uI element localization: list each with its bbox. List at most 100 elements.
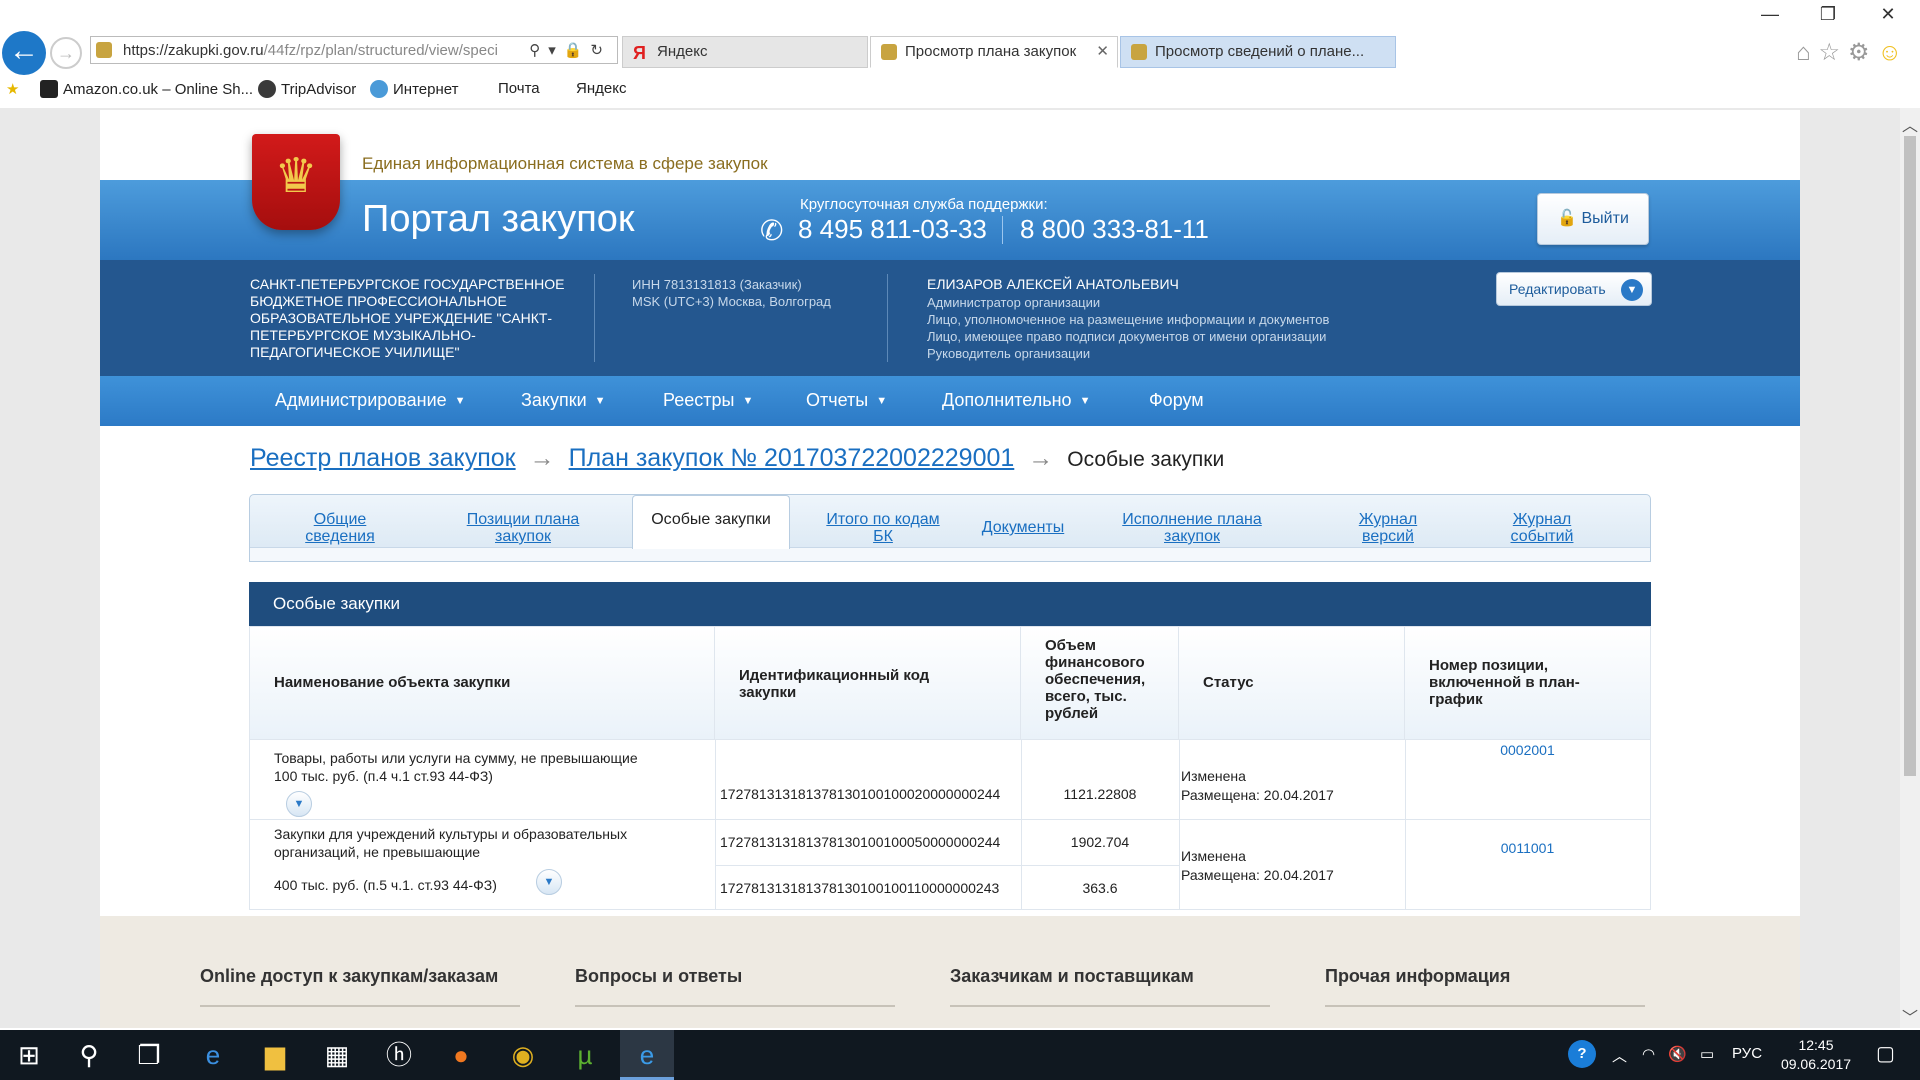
- favorite-tripadvisor[interactable]: TripAdvisor: [258, 80, 356, 98]
- utorrent-icon[interactable]: µ: [558, 1030, 612, 1080]
- nav-reports[interactable]: Отчеты ▼: [806, 390, 887, 411]
- support-phone-1: 8 495 811-03-33: [798, 214, 987, 244]
- arrow-right-icon: →: [529, 444, 555, 472]
- task-view-icon[interactable]: ❐: [122, 1030, 176, 1080]
- file-explorer-icon[interactable]: ▆: [248, 1030, 302, 1080]
- home-icon[interactable]: ⌂: [1796, 39, 1819, 66]
- tab-totals-by-bk[interactable]: Итого по кодам БК: [818, 511, 948, 545]
- chrome-icon[interactable]: ◉: [496, 1030, 550, 1080]
- system-clock[interactable]: 12:45 09.06.2017: [1776, 1036, 1856, 1074]
- favorite-yandex[interactable]: Яндекс: [576, 80, 626, 97]
- tripadvisor-icon: [258, 80, 276, 98]
- scroll-down-icon[interactable]: ﹀: [1900, 1004, 1920, 1028]
- purchase-status: Изменена: [1181, 768, 1246, 784]
- favorite-amazon[interactable]: Amazon.co.uk – Online Sh...: [40, 80, 253, 98]
- purchase-name-cont: 400 тыс. руб. (п.5 ч.1. ст.93 44-ФЗ): [274, 877, 497, 893]
- phone-icon: ✆: [760, 215, 784, 246]
- footer-other-info[interactable]: Прочая информация: [1325, 966, 1645, 1007]
- forward-icon[interactable]: →: [50, 37, 82, 69]
- back-icon[interactable]: ←: [2, 31, 46, 75]
- position-number-link[interactable]: 0002001: [1405, 741, 1650, 759]
- nav-registries[interactable]: Реестры ▼: [663, 390, 753, 411]
- favorites-star-icon[interactable]: ☆: [1818, 39, 1848, 66]
- scroll-up-icon[interactable]: ︿: [1900, 112, 1920, 136]
- position-number-link[interactable]: 0011001: [1405, 839, 1650, 857]
- browser-tab-plan[interactable]: Просмотр плана закупок ✕: [870, 36, 1118, 68]
- volume-muted-icon[interactable]: 🔇: [1668, 1045, 1687, 1063]
- site-footer: Online доступ к закупкам/заказам Вопросы…: [100, 916, 1800, 1028]
- table-header-status: Статус: [1179, 627, 1405, 739]
- favorite-mail[interactable]: Почта: [498, 80, 540, 97]
- nav-purchases[interactable]: Закупки ▼: [521, 390, 606, 411]
- tab-plan-execution[interactable]: Исполнение плана закупок: [1110, 511, 1274, 545]
- org-name: САНКТ-ПЕТЕРБУРГСКОЕ ГОСУДАРСТВЕННОЕ БЮДЖ…: [250, 276, 565, 360]
- tab-plan-positions[interactable]: Позиции плана закупок: [458, 511, 588, 545]
- internet-explorer-icon[interactable]: e: [620, 1030, 674, 1080]
- store-icon[interactable]: ▦: [310, 1030, 364, 1080]
- support-phone-2: 8 800 333-81-11: [1020, 214, 1209, 244]
- lock-icon[interactable]: 🔒: [564, 42, 591, 59]
- purchase-code: 172781313181378130100100110000000243: [720, 880, 1000, 896]
- coat-of-arms-logo[interactable]: ♛: [252, 134, 340, 230]
- minimize-icon[interactable]: —: [1750, 4, 1790, 25]
- divider: [594, 274, 595, 362]
- breadcrumb-plans-registry[interactable]: Реестр планов закупок: [250, 444, 516, 472]
- tab-versions-log[interactable]: Журнал версий: [1348, 511, 1428, 545]
- main-nav: Администрирование ▼ Закупки ▼ Реестры ▼ Отч…: [100, 376, 1800, 426]
- purchase-amount: 1902.704: [1070, 834, 1130, 850]
- expand-row-button[interactable]: ▼: [536, 869, 562, 895]
- site-favicon: [96, 42, 112, 58]
- tab-general-info[interactable]: Общие сведения: [290, 511, 390, 545]
- chevron-up-icon[interactable]: ︿: [1612, 1045, 1627, 1066]
- browser-tab-yandex[interactable]: Я Яндекс: [622, 36, 868, 68]
- nav-forum[interactable]: Форум: [1149, 390, 1204, 411]
- portal-title[interactable]: Портал закупок: [362, 198, 635, 241]
- expand-row-button[interactable]: ▼: [286, 791, 312, 817]
- nav-administration[interactable]: Администрирование ▼: [275, 390, 466, 411]
- table-header-position: Номер позиции, включенной в план-график: [1405, 627, 1650, 739]
- address-bar[interactable]: https://zakupki.gov.ru/44fz/rpz/plan/str…: [90, 36, 618, 64]
- feedback-smiley-icon[interactable]: ☺: [1877, 39, 1910, 66]
- notifications-icon[interactable]: ▢: [1876, 1041, 1895, 1066]
- tab-documents[interactable]: Документы: [968, 519, 1078, 536]
- footer-faq[interactable]: Вопросы и ответы: [575, 966, 895, 1007]
- hp-icon[interactable]: ⓗ: [372, 1030, 426, 1080]
- org-inn: ИНН 7813131813 (Заказчик): [632, 277, 802, 292]
- logout-button[interactable]: 🔓 Выйти: [1537, 193, 1649, 245]
- refresh-icon[interactable]: ↻: [590, 42, 611, 59]
- favorite-internet[interactable]: Интернет: [370, 80, 458, 98]
- help-icon[interactable]: ?: [1568, 1040, 1596, 1068]
- add-favorite-icon[interactable]: ★: [6, 80, 19, 98]
- tab-events-log[interactable]: Журнал событий: [1502, 511, 1582, 545]
- chat-icon[interactable]: ▭: [1700, 1045, 1714, 1063]
- firefox-icon[interactable]: ●: [434, 1030, 488, 1080]
- search-icon[interactable]: ⚲: [62, 1030, 116, 1080]
- close-tab-icon[interactable]: ✕: [1096, 37, 1109, 67]
- page-scrollbar[interactable]: ︿ ﹀: [1900, 108, 1920, 1028]
- breadcrumb-plan[interactable]: План закупок № 201703722002229001: [569, 444, 1015, 472]
- footer-online-access[interactable]: Online доступ к закупкам/заказам: [200, 966, 520, 1007]
- eagle-icon: ♛: [274, 150, 318, 203]
- purchase-name: Закупки для учреждений культуры и образо…: [274, 826, 628, 860]
- browser-tab-plan-details[interactable]: Просмотр сведений о плане...: [1120, 36, 1396, 68]
- gear-icon[interactable]: ⚙: [1848, 39, 1878, 66]
- nav-additional[interactable]: Дополнительно ▼: [942, 390, 1090, 411]
- close-window-icon[interactable]: ✕: [1868, 4, 1908, 25]
- user-role: Руководитель организации: [927, 346, 1091, 361]
- address-url[interactable]: https://zakupki.gov.ru/44fz/rpz/plan/str…: [123, 42, 518, 59]
- purchase-code: 172781313181378130100100050000000244: [720, 834, 1001, 850]
- chevron-down-icon: ▼: [536, 869, 562, 895]
- start-windows-icon[interactable]: ⊞: [2, 1030, 56, 1080]
- footer-customers-suppliers[interactable]: Заказчикам и поставщикам: [950, 966, 1270, 1007]
- tab-special-purchases[interactable]: Особые закупки: [632, 495, 790, 549]
- scrollbar-thumb[interactable]: [1904, 136, 1916, 776]
- amazon-icon: [40, 80, 58, 98]
- site-favicon: [1131, 44, 1147, 60]
- network-icon[interactable]: ◠: [1642, 1045, 1655, 1063]
- restore-icon[interactable]: ❐: [1808, 4, 1848, 25]
- edge-icon[interactable]: e: [186, 1030, 240, 1080]
- input-language[interactable]: РУС: [1732, 1045, 1762, 1062]
- search-icon[interactable]: ⚲: [529, 42, 548, 59]
- chevron-down-icon[interactable]: ▾: [548, 42, 564, 59]
- edit-button[interactable]: Редактировать ▼: [1496, 272, 1652, 306]
